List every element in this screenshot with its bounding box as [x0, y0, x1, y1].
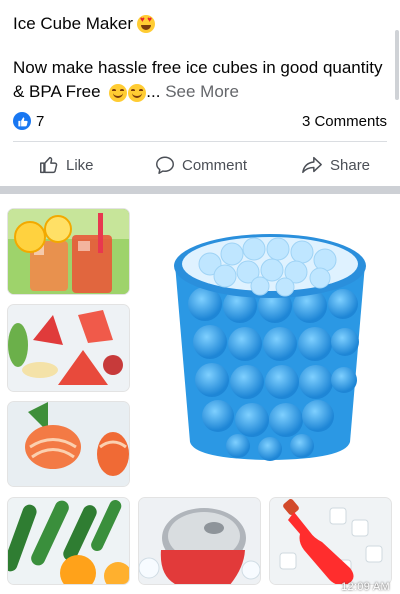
vegetable-thumbnail[interactable]	[7, 497, 130, 585]
iced-drink-image-icon	[8, 209, 129, 294]
heart-eyes-emoji-icon	[137, 15, 155, 33]
salmon-thumbnail[interactable]	[7, 401, 130, 487]
cucumber-and-orange-image-icon	[8, 498, 129, 584]
scrollbar[interactable]	[395, 30, 399, 100]
post-title-text: Ice Cube Maker	[13, 14, 133, 33]
comment-label: Comment	[182, 156, 248, 174]
smiling-face-emoji-icon	[128, 83, 147, 102]
share-button[interactable]: Share	[300, 154, 370, 176]
action-bar: Like Comment Share	[0, 148, 400, 182]
ice-cube-maker-bucket-icon	[174, 234, 366, 461]
section-separator	[0, 186, 400, 194]
thumbs-up-icon	[40, 156, 58, 174]
comments-count-link[interactable]: 3 Comments	[302, 113, 387, 130]
like-reaction-icon	[13, 112, 31, 130]
smiling-face-emoji-icon	[109, 83, 128, 102]
product-image[interactable]	[150, 194, 395, 484]
see-more-link[interactable]: See More	[165, 82, 239, 101]
reaction-summary[interactable]: 7	[13, 112, 44, 130]
like-label: Like	[66, 156, 94, 174]
ellipsis: ...	[146, 82, 161, 101]
salmon-on-ice-image-icon	[8, 402, 129, 486]
share-arrow-icon	[302, 156, 322, 174]
post-title: Ice Cube Maker	[13, 13, 155, 35]
like-count: 7	[36, 112, 45, 130]
post-media[interactable]: 12:09 AM	[0, 194, 400, 594]
comment-button[interactable]: Comment	[154, 154, 247, 176]
comment-icon	[156, 156, 174, 174]
soda-can-on-ice-image-icon	[139, 498, 260, 584]
post-body-text: Now make hassle free ice cubes in good q…	[13, 56, 383, 104]
fruit-thumbnail[interactable]	[7, 304, 130, 392]
drink-thumbnail[interactable]	[7, 208, 130, 295]
like-button[interactable]: Like	[38, 154, 94, 176]
post-header: Ice Cube Maker Now make hassle free ice …	[0, 0, 400, 186]
soda-can-thumbnail[interactable]	[138, 497, 261, 585]
bottle-thumbnail[interactable]	[269, 497, 392, 585]
bottle-on-ice-image-icon	[270, 498, 391, 584]
share-label: Share	[330, 156, 371, 174]
status-time: 12:09 AM	[341, 581, 390, 593]
fruit-on-ice-image-icon	[8, 305, 129, 391]
divider	[13, 141, 387, 142]
